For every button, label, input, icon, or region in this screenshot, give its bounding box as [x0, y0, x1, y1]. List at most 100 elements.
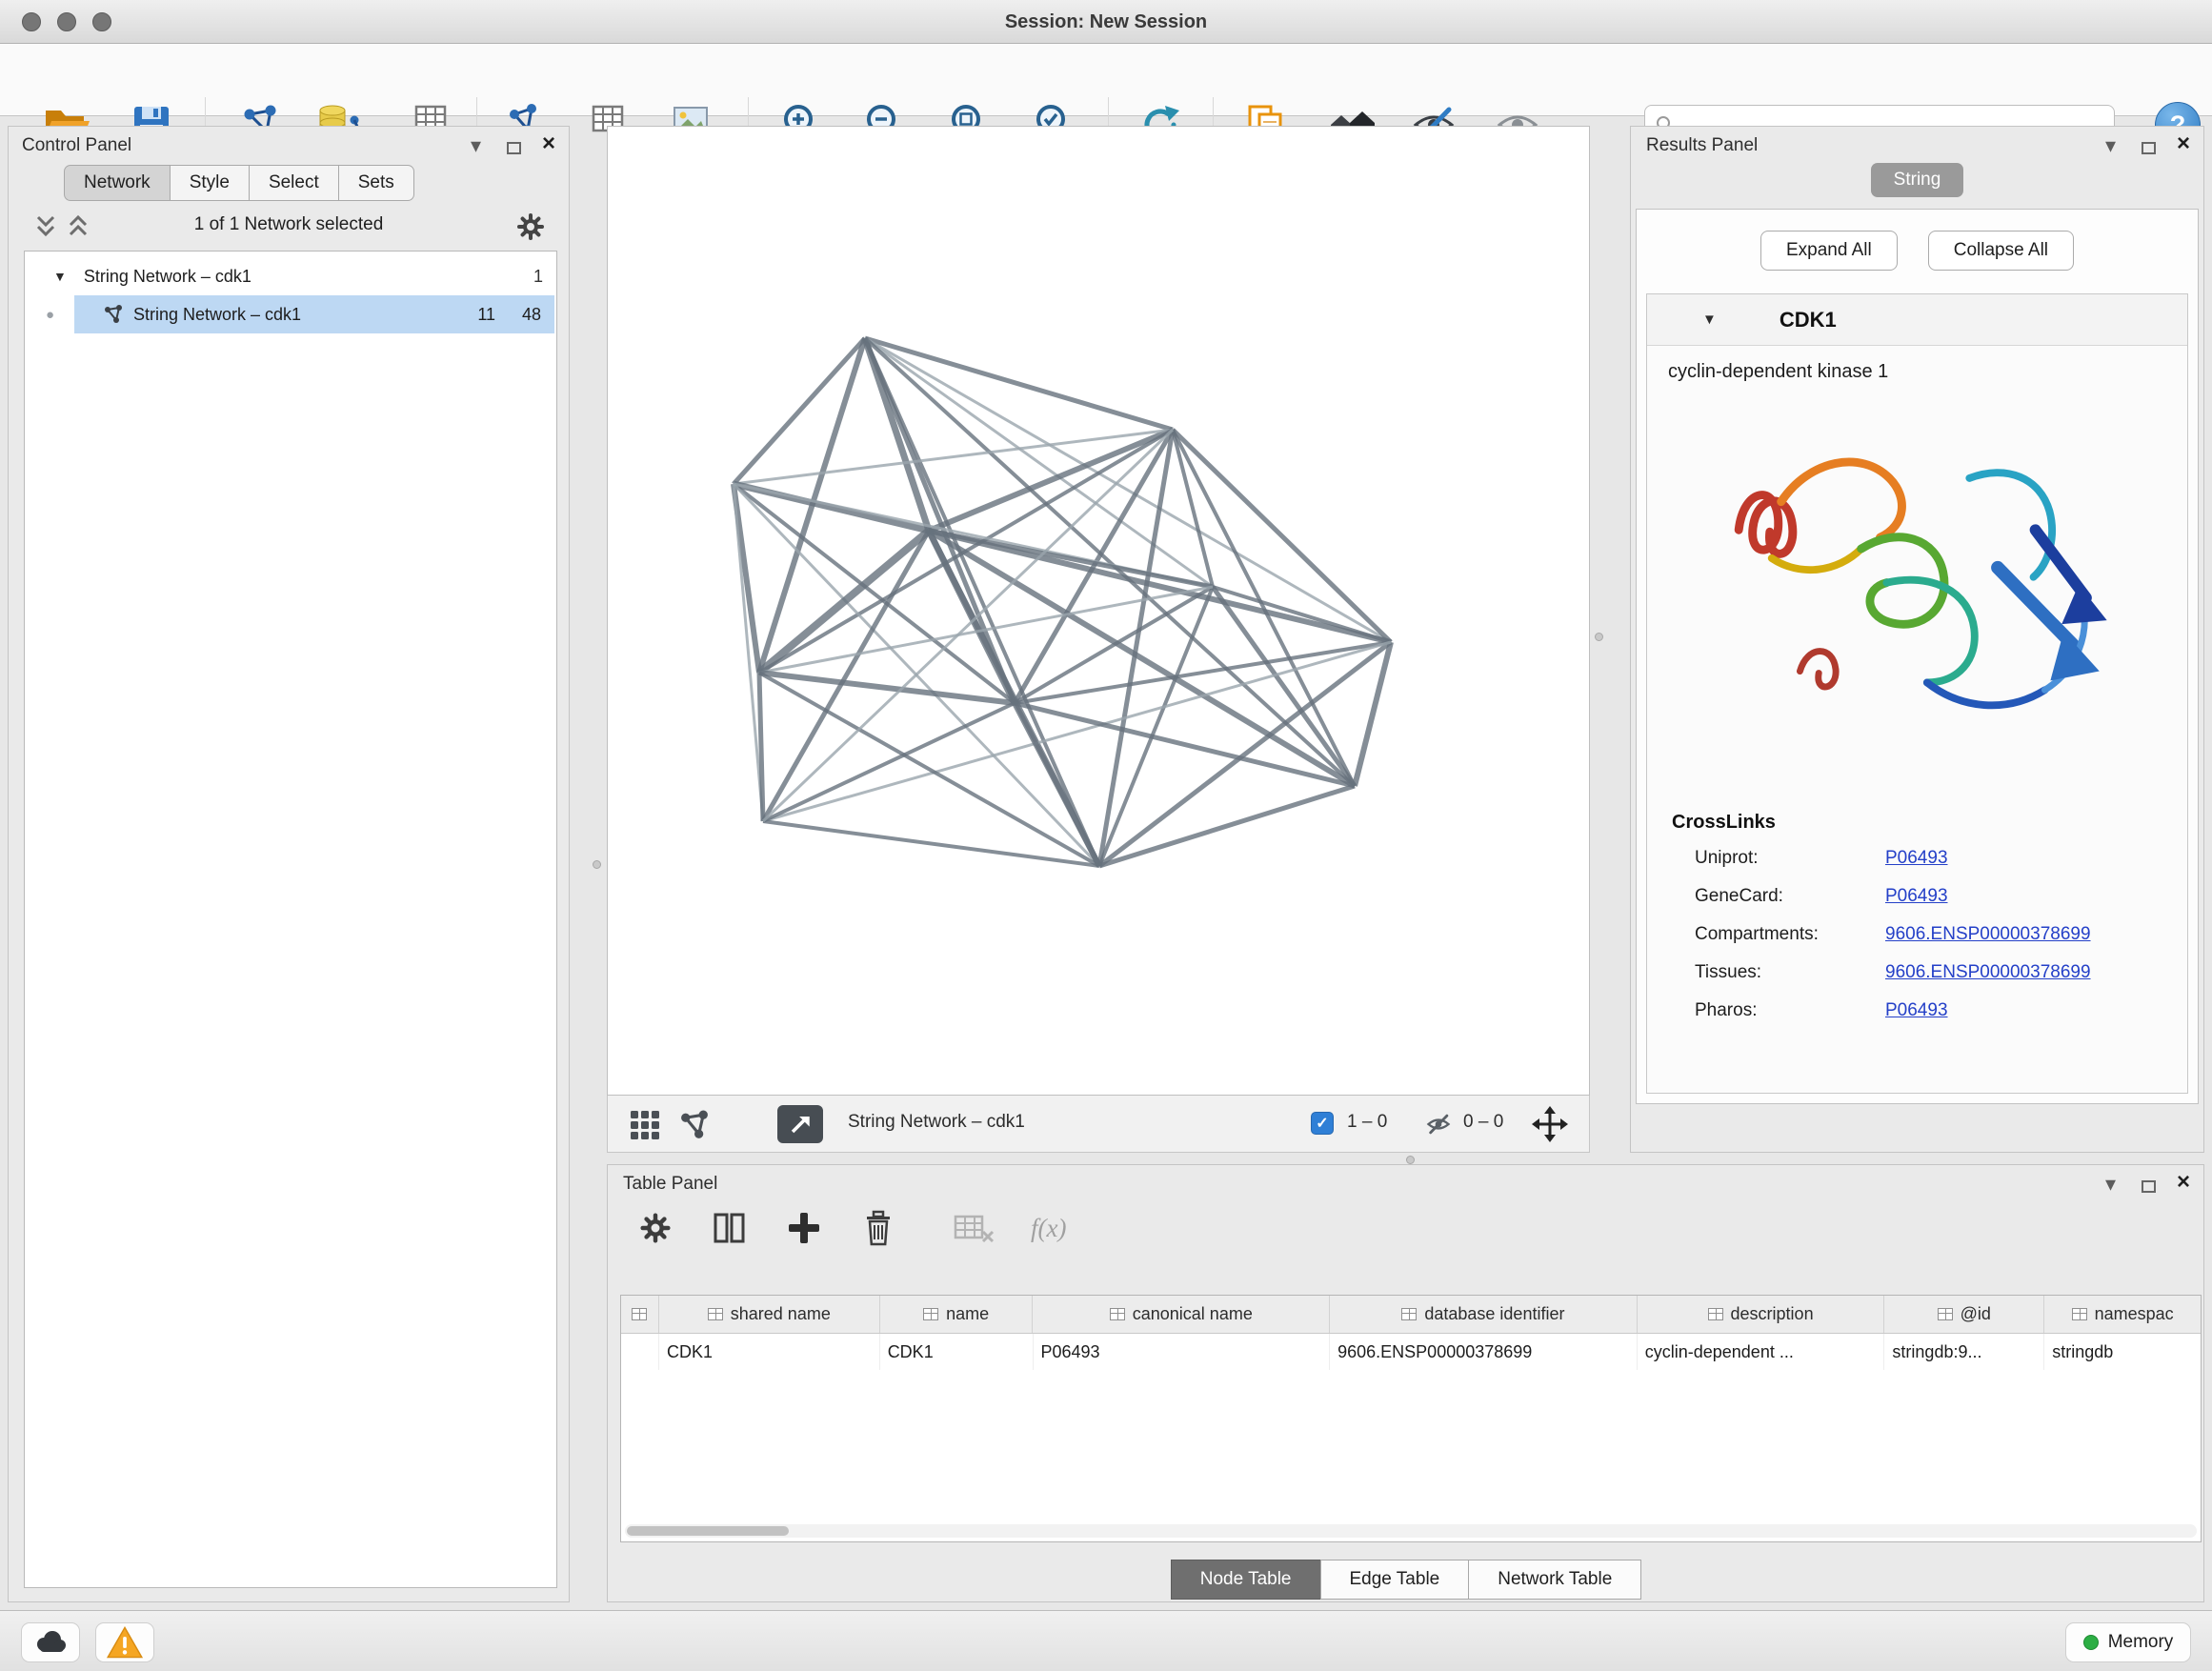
- network-edge[interactable]: [865, 338, 1391, 642]
- crosslink-row: Pharos: P06493: [1647, 992, 2187, 1030]
- status-bar: Memory: [0, 1610, 2212, 1671]
- selected-network-highlight[interactable]: String Network – cdk1 11 48: [74, 295, 554, 333]
- panel-close-icon[interactable]: ×: [542, 132, 555, 155]
- panel-collapse-icon[interactable]: ▾: [2105, 135, 2116, 156]
- crosslink-link[interactable]: 9606.ENSP00000378699: [1885, 924, 2091, 945]
- selection-checkbox[interactable]: ✓: [1311, 1112, 1334, 1135]
- network-collection-label: String Network – cdk1: [84, 267, 251, 287]
- table-row[interactable]: CDK1 CDK1 P06493 9606.ENSP00000378699 cy…: [621, 1334, 2201, 1370]
- pan-tool-icon[interactable]: [1532, 1106, 1568, 1142]
- node-table: shared name name canonical name database…: [620, 1295, 2202, 1542]
- collection-count: 1: [533, 267, 543, 287]
- column-icon: [632, 1308, 647, 1320]
- table-cell[interactable]: CDK1: [880, 1334, 1034, 1370]
- table-cell[interactable]: stringdb:9...: [1884, 1334, 2044, 1370]
- table-settings-gear-icon[interactable]: [636, 1209, 674, 1247]
- network-edge[interactable]: [865, 338, 1173, 430]
- cloud-button[interactable]: [21, 1622, 80, 1662]
- network-collection-row[interactable]: ▼ String Network – cdk1 1: [25, 257, 556, 295]
- tab-sets[interactable]: Sets: [338, 165, 414, 201]
- main-toolbar: ?: [0, 44, 2212, 116]
- column-header[interactable]: canonical name: [1033, 1296, 1330, 1333]
- column-header[interactable]: namespac: [2044, 1296, 2201, 1333]
- panel-collapse-icon[interactable]: ▾: [471, 135, 481, 156]
- table-cell[interactable]: cyclin-dependent ...: [1638, 1334, 1885, 1370]
- column-icon: [1708, 1308, 1723, 1320]
- column-header[interactable]: @id: [1884, 1296, 2044, 1333]
- column-header[interactable]: shared name: [659, 1296, 880, 1333]
- delete-table-icon-disabled[interactable]: [953, 1211, 995, 1245]
- tab-select[interactable]: Select: [249, 165, 339, 201]
- selected-count: 1 – 0: [1347, 1112, 1387, 1133]
- warning-button[interactable]: [95, 1622, 154, 1662]
- protein-description: cyclin-dependent kinase 1: [1647, 346, 2187, 383]
- edge-count: 48: [522, 305, 541, 325]
- column-header[interactable]: description: [1638, 1296, 1885, 1333]
- row-handle[interactable]: [621, 1334, 659, 1370]
- row-header-column[interactable]: [621, 1296, 659, 1333]
- crosslink-link[interactable]: 9606.ENSP00000378699: [1885, 962, 2091, 983]
- results-panel-title: Results Panel: [1646, 135, 1758, 156]
- network-graph[interactable]: [608, 127, 1589, 1095]
- protein-section-header[interactable]: ▼ CDK1: [1647, 294, 2187, 346]
- panel-collapse-icon[interactable]: ▾: [2105, 1174, 2116, 1195]
- network-edge[interactable]: [865, 338, 1355, 786]
- string-tab-badge[interactable]: String: [1871, 163, 1964, 197]
- panel-float-icon[interactable]: [2142, 1176, 2156, 1197]
- network-edge[interactable]: [865, 338, 1099, 866]
- function-builder-button[interactable]: f(x): [1031, 1214, 1066, 1243]
- crosslinks-title: CrossLinks: [1672, 812, 2187, 834]
- network-row[interactable]: ● String Network – cdk1 11 48: [25, 295, 556, 333]
- collapse-all-button[interactable]: Collapse All: [1928, 231, 2074, 271]
- table-cell[interactable]: CDK1: [659, 1334, 880, 1370]
- network-edge[interactable]: [1099, 786, 1355, 866]
- splitter-handle[interactable]: [593, 860, 601, 869]
- table-cell[interactable]: 9606.ENSP00000378699: [1330, 1334, 1638, 1370]
- column-icon: [1401, 1308, 1417, 1320]
- delete-column-trash-icon[interactable]: [859, 1207, 897, 1249]
- network-canvas[interactable]: [607, 126, 1590, 1096]
- tab-edge-table[interactable]: Edge Table: [1320, 1560, 1470, 1600]
- show-columns-icon[interactable]: [711, 1209, 749, 1247]
- tab-style[interactable]: Style: [170, 165, 250, 201]
- network-view-icon[interactable]: [678, 1109, 711, 1141]
- table-cell[interactable]: stringdb: [2044, 1334, 2201, 1370]
- section-disclosure-icon[interactable]: ▼: [1702, 312, 1717, 328]
- results-panel: Results Panel ▾ × String Expand All Coll…: [1630, 126, 2204, 1153]
- node-count: 11: [477, 305, 495, 325]
- splitter-handle[interactable]: [1406, 1156, 1415, 1164]
- crosslink-link[interactable]: P06493: [1885, 886, 1948, 907]
- column-header[interactable]: database identifier: [1330, 1296, 1638, 1333]
- expand-all-button[interactable]: Expand All: [1760, 231, 1898, 271]
- horizontal-scrollbar[interactable]: [625, 1524, 2197, 1538]
- table-cell[interactable]: P06493: [1034, 1334, 1331, 1370]
- open-in-window-button[interactable]: [777, 1105, 823, 1143]
- application-window: Session: New Session: [0, 0, 2212, 1671]
- table-header-row: shared name name canonical name database…: [621, 1296, 2201, 1334]
- disclosure-triangle-icon[interactable]: ▼: [53, 269, 67, 284]
- panel-close-icon[interactable]: ×: [2177, 132, 2190, 155]
- crosslink-link[interactable]: P06493: [1885, 848, 1948, 869]
- panel-float-icon[interactable]: [507, 137, 521, 158]
- network-edge[interactable]: [734, 338, 865, 484]
- network-status-bullet-icon: ●: [46, 307, 54, 323]
- tab-node-table[interactable]: Node Table: [1171, 1560, 1321, 1600]
- column-header[interactable]: name: [880, 1296, 1034, 1333]
- tab-network-table[interactable]: Network Table: [1468, 1560, 1641, 1600]
- network-edge[interactable]: [759, 673, 1015, 703]
- scrollbar-thumb[interactable]: [627, 1526, 789, 1536]
- crosslink-link[interactable]: P06493: [1885, 1000, 1948, 1021]
- hidden-eye-slash-icon[interactable]: [1422, 1110, 1455, 1138]
- panel-close-icon[interactable]: ×: [2177, 1171, 2190, 1194]
- grid-view-icon[interactable]: [629, 1109, 661, 1141]
- crosslink-label: Uniprot:: [1695, 848, 1885, 869]
- tab-network[interactable]: Network: [64, 165, 171, 201]
- memory-button[interactable]: Memory: [2065, 1622, 2191, 1662]
- network-options-gear-icon[interactable]: [513, 210, 548, 244]
- network-edge[interactable]: [763, 821, 1099, 866]
- network-edge[interactable]: [763, 703, 1015, 821]
- protein-section: ▼ CDK1 cyclin-dependent kinase 1: [1646, 293, 2188, 1094]
- splitter-handle[interactable]: [1595, 633, 1603, 641]
- add-column-icon[interactable]: [785, 1209, 823, 1247]
- panel-float-icon[interactable]: [2142, 137, 2156, 158]
